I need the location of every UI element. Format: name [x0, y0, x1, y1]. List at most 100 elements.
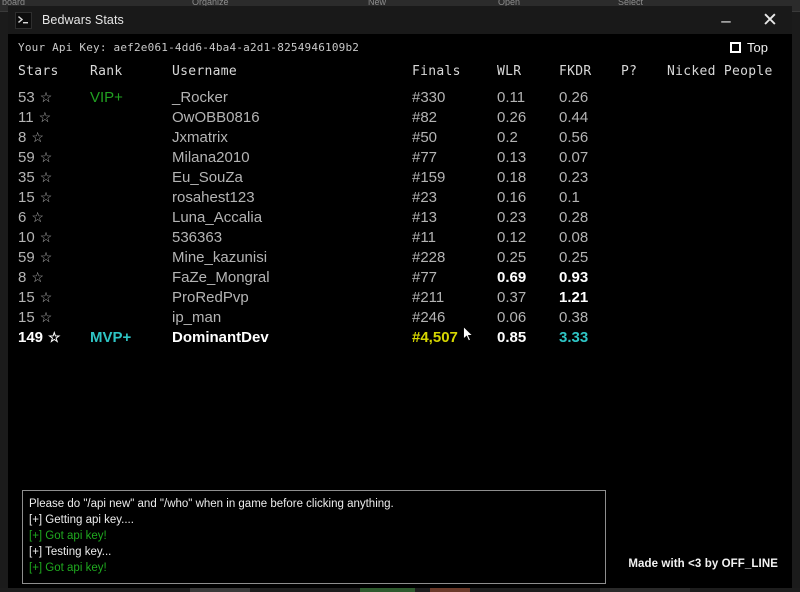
cell-rank [90, 207, 172, 227]
window-title: Bedwars Stats [42, 13, 124, 27]
cell-rank: VIP+ [90, 87, 172, 107]
cell-stars: 11 ☆ [18, 107, 90, 127]
cell-username: DominantDev [172, 328, 269, 346]
console-output-box[interactable]: Please do "/api new" and "/who" when in … [22, 490, 606, 584]
cell-finals: #4,507 [412, 328, 458, 346]
minimize-button[interactable]: – [704, 6, 748, 34]
cell-party [621, 147, 667, 167]
table-row[interactable]: 15 ☆ ProRedPvp #211 0.37 1.21 [18, 287, 792, 307]
stars-value: 59 [18, 248, 35, 266]
cell-nicked [667, 247, 792, 267]
cell-party [621, 267, 667, 287]
console-line: [+] Testing key... [29, 546, 112, 558]
star-icon: ☆ [31, 208, 44, 225]
header-username[interactable]: Username [172, 60, 412, 87]
cell-username: FaZe_Mongral [172, 268, 270, 286]
cell-rank [90, 247, 172, 267]
cell-finals: #77 [412, 268, 438, 286]
cell-nicked [667, 207, 792, 227]
console-line: Please do "/api new" and "/who" when in … [29, 498, 394, 510]
console-line: [+] Getting api key.... [29, 514, 134, 526]
cell-username: Luna_Accalia [172, 208, 263, 226]
cell-rank: MVP+ [90, 327, 172, 347]
title-bar: Bedwars Stats – ✕ [8, 6, 792, 34]
cell-stars: 15 ☆ [18, 307, 90, 327]
always-on-top-toggle[interactable]: Top [730, 40, 768, 55]
cell-username: OwOBB0816 [172, 108, 260, 126]
cell-fkdr: 0.08 [559, 228, 589, 246]
cell-username: Mine_kazunisi [172, 248, 268, 266]
cell-nicked [667, 187, 792, 207]
table-row[interactable]: 59 ☆ Mine_kazunisi #228 0.25 0.25 [18, 247, 792, 267]
stats-table-area: Stars Rank Username Finals WLR FKDR P? N… [8, 60, 792, 347]
close-button[interactable]: ✕ [748, 6, 792, 34]
cell-fkdr: 1.21 [559, 288, 589, 306]
header-nicked-people[interactable]: Nicked People [667, 60, 792, 87]
header-rank[interactable]: Rank [90, 60, 172, 87]
cell-nicked [667, 127, 792, 147]
cell-wlr: 0.16 [497, 188, 527, 206]
cell-nicked [667, 287, 792, 307]
cell-party [621, 187, 667, 207]
cell-username: ip_man [172, 308, 222, 326]
cell-wlr: 0.37 [497, 288, 527, 306]
table-row[interactable]: 6 ☆ Luna_Accalia #13 0.23 0.28 [18, 207, 792, 227]
cell-fkdr: 0.25 [559, 248, 589, 266]
cell-wlr: 0.26 [497, 108, 527, 126]
table-row[interactable]: 35 ☆ Eu_SouZa #159 0.18 0.23 [18, 167, 792, 187]
cell-nicked [667, 327, 792, 347]
cell-fkdr: 0.1 [559, 188, 580, 206]
cell-stars: 10 ☆ [18, 227, 90, 247]
table-row[interactable]: 8 ☆ FaZe_Mongral #77 0.69 0.93 [18, 267, 792, 287]
table-row[interactable]: 15 ☆ rosahest123 #23 0.16 0.1 [18, 187, 792, 207]
header-fkdr[interactable]: FKDR [559, 60, 621, 87]
cell-stars: 59 ☆ [18, 147, 90, 167]
api-key-row: Your Api Key: aef2e061-4dd6-4ba4-a2d1-82… [8, 34, 792, 60]
star-icon: ☆ [39, 228, 53, 245]
stars-value: 15 [18, 288, 35, 306]
table-header-row: Stars Rank Username Finals WLR FKDR P? N… [18, 60, 792, 87]
cell-rank [90, 147, 172, 167]
cell-nicked [667, 107, 792, 127]
cell-finals: #50 [412, 128, 438, 146]
header-party[interactable]: P? [621, 60, 667, 87]
star-icon: ☆ [31, 128, 44, 145]
cell-stars: 15 ☆ [18, 287, 90, 307]
cell-party [621, 107, 667, 127]
stars-value: 35 [18, 168, 35, 186]
table-row[interactable]: 11 ☆ OwOBB0816 #82 0.26 0.44 [18, 107, 792, 127]
cell-rank [90, 107, 172, 127]
cell-stars: 53 ☆ [18, 87, 90, 107]
header-stars[interactable]: Stars [18, 60, 90, 87]
cell-wlr: 0.06 [497, 308, 527, 326]
rank-badge: MVP+ [90, 328, 132, 346]
stars-value: 10 [18, 228, 35, 246]
cell-username: Jxmatrix [172, 128, 228, 146]
always-on-top-checkbox[interactable] [730, 41, 742, 53]
header-wlr[interactable]: WLR [497, 60, 559, 87]
table-row[interactable]: 53 ☆ VIP+ _Rocker #330 0.11 0.26 [18, 87, 792, 107]
star-icon: ☆ [39, 88, 53, 105]
rank-badge: VIP+ [90, 88, 123, 106]
cell-fkdr: 0.23 [559, 168, 589, 186]
cell-rank [90, 287, 172, 307]
cell-fkdr: 0.26 [559, 88, 589, 106]
cell-nicked [667, 167, 792, 187]
console-lines: Please do "/api new" and "/who" when in … [29, 496, 599, 576]
api-key-text: Your Api Key: aef2e061-4dd6-4ba4-a2d1-82… [18, 40, 360, 54]
table-row[interactable]: 59 ☆ Milana2010 #77 0.13 0.07 [18, 147, 792, 167]
cell-finals: #13 [412, 208, 438, 226]
table-row[interactable]: 15 ☆ ip_man #246 0.06 0.38 [18, 307, 792, 327]
cell-party [621, 227, 667, 247]
cell-nicked [667, 307, 792, 327]
header-finals[interactable]: Finals [412, 60, 497, 87]
window-controls: – ✕ [704, 6, 792, 34]
table-row[interactable]: 10 ☆ 536363 #11 0.12 0.08 [18, 227, 792, 247]
star-icon: ☆ [39, 248, 53, 265]
cell-rank [90, 167, 172, 187]
cell-nicked [667, 227, 792, 247]
cell-stars: 15 ☆ [18, 187, 90, 207]
table-row[interactable]: 8 ☆ Jxmatrix #50 0.2 0.56 [18, 127, 792, 147]
table-row[interactable]: 149 ☆ MVP+ DominantDev #4,507 0.85 3.33 [18, 327, 792, 347]
cell-finals: #82 [412, 108, 438, 126]
